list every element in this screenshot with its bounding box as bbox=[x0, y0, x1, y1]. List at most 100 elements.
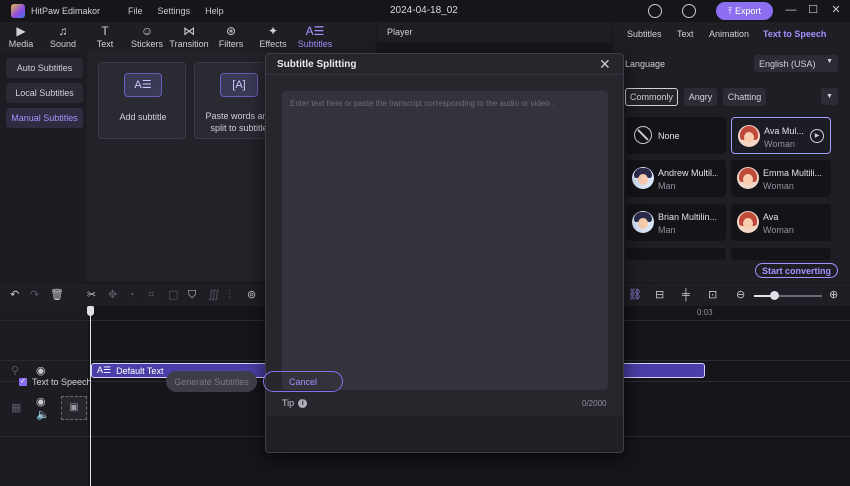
close-window-icon[interactable]: ✕ bbox=[829, 3, 843, 17]
tab-subtitles[interactable]: Subtitles bbox=[627, 29, 662, 39]
app-logo-icon bbox=[11, 4, 25, 18]
voice-gender: Woman bbox=[763, 225, 794, 235]
link-icon[interactable]: ⛓ bbox=[628, 289, 642, 301]
info-icon[interactable]: i bbox=[298, 398, 308, 408]
audio-wave-icon[interactable]: ∭ bbox=[208, 289, 220, 301]
text-to-speech-checkbox[interactable]: ✓ bbox=[19, 378, 27, 386]
account-icon[interactable] bbox=[682, 4, 696, 18]
shield-icon[interactable]: ⛉ bbox=[188, 289, 196, 301]
tool-effects-label: Effects bbox=[259, 38, 287, 49]
tool-sound[interactable]: ♫ Sound bbox=[42, 22, 84, 51]
voice-ava[interactable]: Ava Woman bbox=[731, 204, 831, 241]
voice-none[interactable]: None bbox=[626, 117, 726, 154]
text-to-speech-label[interactable]: Text to Speech bbox=[32, 377, 92, 387]
close-icon[interactable]: ✕ bbox=[599, 56, 611, 73]
tool-subtitles-label: Subtitles bbox=[297, 38, 333, 49]
project-title: 2024-04-18_02 bbox=[390, 5, 458, 16]
eye-icon[interactable]: ◉ bbox=[36, 396, 46, 408]
tab-text-to-speech[interactable]: Text to Speech bbox=[763, 29, 826, 39]
tool-effects[interactable]: ✦ Effects bbox=[252, 22, 294, 51]
cancel-button[interactable]: Cancel bbox=[263, 371, 343, 392]
export-label: Export bbox=[734, 6, 761, 16]
language-select[interactable]: English (USA) ▼ bbox=[754, 55, 838, 72]
voice-partial[interactable] bbox=[626, 248, 726, 260]
zoom-in-icon[interactable]: ⊕ bbox=[829, 289, 838, 301]
play-icon[interactable]: ▶ bbox=[810, 129, 824, 143]
speaker-icon[interactable]: 🔈 bbox=[36, 409, 50, 421]
sidebar-item-local-subtitles[interactable]: Local Subtitles bbox=[6, 83, 83, 103]
tab-text[interactable]: Text bbox=[677, 29, 694, 39]
playhead-handle[interactable] bbox=[87, 306, 94, 316]
subtitle-icon: A☰ bbox=[124, 73, 162, 97]
dialog-title: Subtitle Splitting bbox=[277, 59, 357, 70]
export-button[interactable]: ⤒ Export bbox=[716, 2, 773, 20]
voice-partial[interactable] bbox=[731, 248, 831, 260]
eye-icon[interactable]: ◉ bbox=[36, 365, 46, 377]
voice-andrew-multilingual[interactable]: Andrew Multil... Man bbox=[626, 160, 726, 197]
fit-icon[interactable]: ⊡ bbox=[708, 289, 717, 301]
freeze-icon[interactable]: ▢ bbox=[168, 289, 178, 301]
voice-ava-multilingual[interactable]: Ava Mul... Woman ▶ bbox=[731, 117, 831, 154]
record-icon[interactable]: ⊚ bbox=[247, 289, 256, 301]
tool-subtitles[interactable]: A☰ Subtitles bbox=[294, 22, 336, 51]
sidebar-item-auto-subtitles[interactable]: Auto Subtitles bbox=[6, 58, 83, 78]
voice-name: Brian Multilin... bbox=[658, 212, 718, 222]
menu-file[interactable]: File bbox=[128, 6, 143, 16]
menu-help[interactable]: Help bbox=[205, 6, 224, 16]
tab-animation[interactable]: Animation bbox=[709, 29, 749, 39]
tool-stickers-label: Stickers bbox=[130, 38, 163, 49]
scissors-icon[interactable]: ✂ bbox=[87, 289, 96, 301]
dialog-footer bbox=[266, 416, 623, 452]
subtitle-sidebar: Auto Subtitles Local Subtitles Manual Su… bbox=[0, 51, 87, 282]
equalizer-icon[interactable]: ⫶ bbox=[228, 289, 231, 301]
add-media-thumbnail-icon[interactable]: ▣ bbox=[61, 396, 87, 420]
download-icon[interactable] bbox=[648, 4, 662, 18]
crop-move-icon[interactable]: ✥ bbox=[108, 289, 117, 301]
emotion-angry[interactable]: Angry bbox=[684, 88, 717, 106]
generate-subtitles-button[interactable]: Generate Subtitles bbox=[166, 371, 257, 392]
tool-transition[interactable]: ⋈ Transition bbox=[168, 22, 210, 51]
redo-icon[interactable]: ↷ bbox=[30, 289, 39, 301]
tool-media[interactable]: ▶ Media bbox=[0, 22, 42, 51]
tip[interactable]: Tip i bbox=[282, 398, 308, 408]
voice-name: Emma Multili... bbox=[763, 168, 823, 178]
align-icon[interactable]: ╪ bbox=[682, 289, 690, 301]
maximize-icon[interactable]: ☐ bbox=[806, 3, 820, 17]
music-note-icon: ♫ bbox=[58, 23, 68, 38]
minimize-icon[interactable]: — bbox=[784, 3, 798, 17]
emotion-chatting[interactable]: Chatting bbox=[723, 88, 766, 106]
undo-icon[interactable]: ↶ bbox=[10, 289, 19, 301]
crop-icon[interactable]: ⌗ bbox=[148, 289, 154, 301]
emotion-commonly[interactable]: Commonly bbox=[625, 88, 678, 106]
sidebar-item-manual-subtitles[interactable]: Manual Subtitles bbox=[6, 108, 83, 128]
tip-label: Tip bbox=[282, 398, 295, 408]
avatar bbox=[632, 211, 654, 233]
language-label: Language bbox=[625, 59, 666, 69]
split-track-icon[interactable]: ⊟ bbox=[655, 289, 664, 301]
add-subtitle-card[interactable]: A☰ Add subtitle bbox=[98, 62, 186, 139]
smiley-icon: ☺ bbox=[140, 23, 154, 38]
tool-filters[interactable]: ⊛ Filters bbox=[210, 22, 252, 51]
menu-bar: File Settings Help bbox=[128, 6, 224, 16]
chevron-down-icon[interactable]: ▼ bbox=[821, 88, 838, 105]
menu-settings[interactable]: Settings bbox=[158, 6, 191, 16]
voice-gender: Woman bbox=[763, 181, 794, 191]
voice-emma-multilingual[interactable]: Emma Multili... Woman bbox=[731, 160, 831, 197]
tool-filters-label: Filters bbox=[218, 38, 244, 49]
start-converting-button[interactable]: Start converting bbox=[755, 263, 838, 278]
filter-circles-icon: ⊛ bbox=[225, 23, 237, 38]
playhead[interactable] bbox=[90, 306, 91, 486]
speed-icon[interactable]: ◔ bbox=[128, 289, 135, 301]
transcript-input[interactable] bbox=[282, 91, 608, 390]
voice-brian-multilingual[interactable]: Brian Multilin... Man bbox=[626, 204, 726, 241]
tool-stickers[interactable]: ☺ Stickers bbox=[126, 22, 168, 51]
tool-text[interactable]: T Text bbox=[84, 22, 126, 51]
trash-icon[interactable]: 🗑 bbox=[50, 289, 64, 301]
zoom-slider-handle[interactable] bbox=[770, 291, 779, 300]
pin-icon[interactable]: ⚲ bbox=[11, 365, 19, 377]
none-icon bbox=[634, 126, 652, 144]
text-box-icon: [A] bbox=[220, 73, 258, 97]
tool-sound-label: Sound bbox=[49, 38, 77, 49]
zoom-out-icon[interactable]: ⊖ bbox=[736, 289, 745, 301]
upload-icon: ⤒ bbox=[728, 5, 732, 16]
